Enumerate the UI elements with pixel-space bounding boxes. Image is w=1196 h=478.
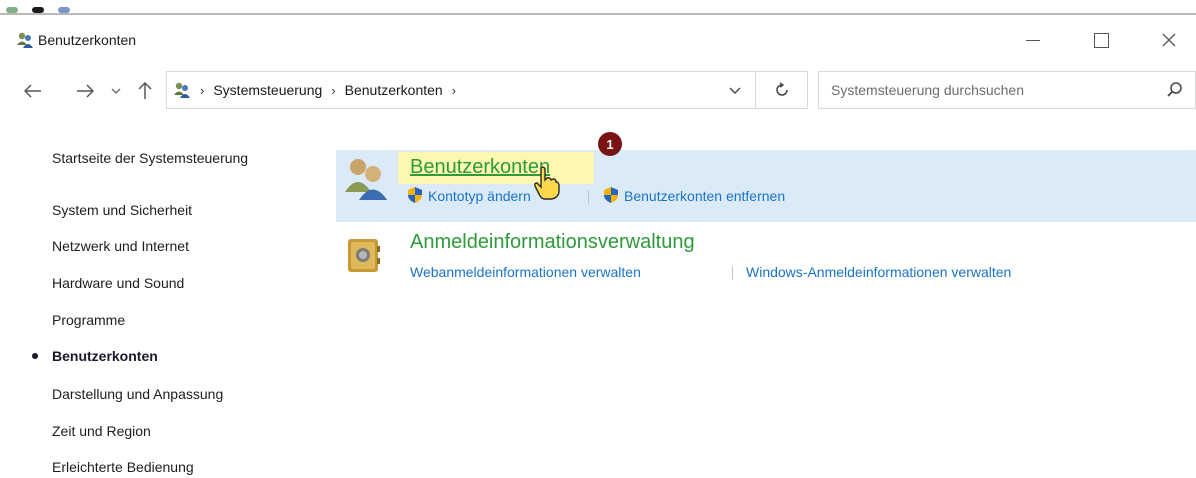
- minimize-button[interactable]: [1010, 22, 1056, 58]
- breadcrumb-benutzerkonten[interactable]: Benutzerkonten: [345, 82, 443, 98]
- back-button[interactable]: [18, 78, 48, 104]
- uac-shield-icon: [408, 187, 422, 203]
- refresh-button[interactable]: [756, 71, 808, 109]
- sidebar-item-hardware-sound[interactable]: Hardware und Sound: [52, 275, 184, 291]
- sidebar-item-programs[interactable]: Programme: [52, 312, 125, 328]
- link-windows-credentials[interactable]: Windows-Anmeldeinformationen verwalten: [746, 264, 1011, 280]
- minimize-icon: [1026, 39, 1040, 41]
- title-bar: Benutzerkonten: [0, 16, 1196, 66]
- chevron-down-icon[interactable]: [729, 87, 741, 95]
- maximize-button[interactable]: [1078, 22, 1124, 58]
- hand-cursor-icon: [534, 166, 560, 200]
- users-icon: [174, 82, 190, 98]
- search-box[interactable]: [818, 71, 1196, 109]
- arrow-right-icon: [77, 84, 94, 98]
- uac-shield-icon: [604, 187, 618, 203]
- sidebar-home-link[interactable]: Startseite der Systemsteuerung: [52, 150, 248, 166]
- link-divider: [732, 266, 733, 280]
- window-title: Benutzerkonten: [38, 32, 137, 48]
- users-icon: [17, 32, 33, 48]
- link-web-credentials[interactable]: Webanmeldeinformationen verwalten: [410, 264, 641, 280]
- close-button[interactable]: [1146, 22, 1192, 58]
- strip-icons: [6, 0, 84, 13]
- sidebar-item-time-region[interactable]: Zeit und Region: [52, 423, 151, 439]
- close-icon: [1162, 33, 1176, 47]
- sidebar-item-ease-of-access[interactable]: Erleichterte Bedienung: [52, 459, 194, 475]
- user-accounts-icon[interactable]: [342, 154, 392, 202]
- sidebar-item-network[interactable]: Netzwerk und Internet: [52, 238, 189, 254]
- search-input[interactable]: [829, 81, 1133, 99]
- breadcrumb-separator-icon[interactable]: ›: [331, 83, 335, 98]
- top-divider: [0, 13, 1196, 15]
- breadcrumb-systemsteuerung[interactable]: Systemsteuerung: [213, 82, 322, 98]
- link-divider: [588, 190, 589, 204]
- category-title-user-accounts[interactable]: Benutzerkonten: [410, 156, 550, 179]
- breadcrumb-separator-icon[interactable]: ›: [200, 83, 204, 98]
- sidebar-item-system-security[interactable]: System und Sicherheit: [52, 202, 192, 218]
- breadcrumb-separator-icon[interactable]: ›: [452, 83, 456, 98]
- active-bullet-icon: [32, 353, 38, 359]
- category-title-credential-manager[interactable]: Anmeldeinformationsverwaltung: [410, 231, 695, 254]
- credential-vault-icon[interactable]: [344, 236, 384, 276]
- arrow-up-icon: [138, 82, 152, 99]
- arrow-left-icon: [24, 84, 41, 98]
- link-remove-user-accounts[interactable]: Benutzerkonten entfernen: [624, 188, 785, 204]
- sidebar-item-appearance[interactable]: Darstellung und Anpassung: [52, 386, 223, 402]
- recent-locations-button[interactable]: [108, 78, 124, 104]
- link-change-account-type[interactable]: Kontotyp ändern: [428, 188, 531, 204]
- maximize-icon: [1093, 32, 1109, 48]
- sidebar-item-user-accounts[interactable]: Benutzerkonten: [52, 348, 158, 364]
- refresh-icon: [775, 82, 788, 96]
- forward-button[interactable]: [70, 78, 100, 104]
- chevron-down-icon: [111, 88, 121, 94]
- address-bar[interactable]: › Systemsteuerung › Benutzerkonten ›: [166, 71, 756, 109]
- top-strip: [0, 0, 1196, 14]
- up-button[interactable]: [134, 78, 156, 104]
- search-icon[interactable]: [1167, 81, 1183, 99]
- step-badge: 1: [598, 132, 622, 156]
